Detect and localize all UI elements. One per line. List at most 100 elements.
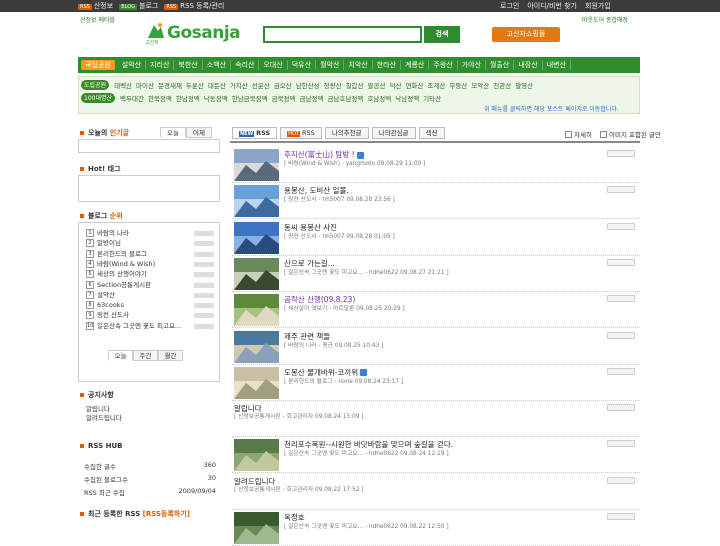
nav-mountain[interactable]: 계룡산: [401, 60, 430, 70]
recommend-button[interactable]: [607, 476, 635, 484]
nav-region[interactable]: 조계산: [425, 80, 447, 90]
rank-item[interactable]: 4 바람(Wind & Wish): [86, 259, 214, 269]
nav-mountain[interactable]: 가야산: [458, 60, 487, 70]
top-right-link[interactable]: 로그인: [500, 1, 519, 11]
nav-range[interactable]: 한남금북정맥: [230, 93, 270, 103]
post-thumbnail[interactable]: [234, 330, 279, 363]
nav-region[interactable]: 마이산: [134, 80, 156, 90]
nav-range[interactable]: 기타산: [421, 93, 443, 103]
post-item[interactable]: 후지산(富士山) 탐방 ![ 바람(Wind & Wish) - yangmot…: [232, 146, 640, 183]
top-right-link[interactable]: 아이디/비번 찾기: [527, 1, 577, 11]
post-item[interactable]: 알립니다[ 산정보공통게시판 - 회고관리자 09.08.24 15:09 ]: [232, 400, 640, 438]
nav-region[interactable]: 남한산성: [294, 80, 322, 90]
rank-item[interactable]: 6 Section공통게시판: [86, 280, 214, 290]
recommend-button[interactable]: [607, 186, 635, 194]
image-only-checkbox[interactable]: 이미지 포함된 글만: [600, 129, 661, 139]
tab-today[interactable]: 오늘: [160, 127, 186, 138]
nav-mountain[interactable]: 설악산: [118, 60, 147, 70]
nav-mountain[interactable]: 오대산: [259, 60, 288, 70]
recommend-button[interactable]: [607, 295, 635, 303]
top-link[interactable]: RSS RSS 등록/관리: [164, 1, 224, 11]
nav-mountain[interactable]: 지리산: [146, 60, 175, 70]
nav-range[interactable]: 한남정맥: [174, 93, 202, 103]
post-thumbnail[interactable]: [234, 366, 279, 399]
nav-region[interactable]: 연화산: [403, 80, 425, 90]
post-thumbnail[interactable]: [234, 439, 279, 472]
nav-mountain[interactable]: 북한산: [174, 60, 203, 70]
nav-mountain[interactable]: 속리산: [231, 60, 260, 70]
tab-rank-today[interactable]: 오늘: [108, 350, 133, 361]
outdoor-link[interactable]: 마웃도어 종합매장: [582, 15, 628, 24]
post-item[interactable]: 도봉산 물개바위-코끼위[ 론리헌드의 블로그 - none 09.08.24 …: [232, 364, 640, 401]
post-item[interactable]: 곰작산 산행(09.8.23)[ 세상살이 엿보기 - 마르달론 09.08.2…: [232, 291, 640, 329]
notice-item[interactable]: 알립니다: [86, 405, 122, 414]
recommend-button[interactable]: [607, 404, 635, 412]
nav-region[interactable]: 천관산: [491, 80, 513, 90]
rank-item[interactable]: 1 바람의 나라: [86, 228, 214, 238]
nav-mountain[interactable]: 치악산: [344, 60, 373, 70]
nav-region[interactable]: 모악산: [469, 80, 491, 90]
nav-region[interactable]: 대둔산: [206, 80, 228, 90]
nav-range[interactable]: 금북정맥: [270, 93, 298, 103]
rss-tab[interactable]: NEW RSS: [232, 127, 278, 139]
rank-item[interactable]: 10 길은산속 그곳엔 꽃도 피고요...: [86, 321, 214, 331]
post-thumbnail[interactable]: [234, 257, 279, 290]
nav-mountain[interactable]: 내변산: [543, 60, 572, 70]
nav-region[interactable]: 무등산: [447, 80, 469, 90]
rss-register-link[interactable]: [RSS등록하기]: [143, 510, 190, 518]
nav-region[interactable]: 칠갑산: [344, 80, 366, 90]
post-item[interactable]: 용봉산, 도비산 일몰.[ 링컨 산도사 - hh5007 09.08.28 2…: [232, 182, 640, 220]
rank-item[interactable]: 2 말방이님: [86, 238, 214, 248]
post-thumbnail[interactable]: [234, 185, 279, 218]
checkbox-icon[interactable]: [565, 130, 572, 138]
nav-range[interactable]: 한북정맥: [146, 93, 174, 103]
checkbox-icon[interactable]: [600, 130, 607, 138]
nav-mountain[interactable]: 한라산: [373, 60, 402, 70]
recommend-button[interactable]: [607, 440, 635, 448]
rank-item[interactable]: 8 63cooks: [86, 300, 214, 310]
shop-button[interactable]: 고산자쇼핑몰: [492, 27, 560, 42]
post-item[interactable]: 옥정호[ 길은산속 그곳엔 꽃도 피고요... - hdhe0622 09.08…: [232, 509, 640, 546]
nav-mountain[interactable]: 내장산: [514, 60, 543, 70]
recommend-button[interactable]: [607, 367, 635, 375]
nav-range[interactable]: 낙남정맥: [393, 93, 421, 103]
recommend-button[interactable]: [607, 331, 635, 339]
nav-mountain[interactable]: 소백산: [203, 60, 232, 70]
nav-region[interactable]: 금오산: [272, 80, 294, 90]
rss-tab[interactable]: 나의관심글: [371, 127, 416, 139]
nav-mountain[interactable]: 주왕산: [429, 60, 458, 70]
post-item[interactable]: 알려드립니다[ 산정보공통게시판 - 회고관리자 09.08.22 17:52 …: [232, 473, 640, 510]
recommend-button[interactable]: [607, 150, 635, 157]
detail-checkbox[interactable]: 자세히: [565, 129, 592, 139]
post-item[interactable]: 산으로 가는길...[ 길은산속 그곳엔 꽃도 피고요... - hdhe062…: [232, 255, 640, 292]
nav-mountain[interactable]: 월악산: [316, 60, 345, 70]
nav-range[interactable]: 낙동정맥: [202, 93, 230, 103]
post-item[interactable]: 천리포수목원--시원한 바닷바람을 맞으며 숲길을 걷다.[ 길은산속 그곳엔 …: [232, 436, 640, 474]
nav-region[interactable]: 가지산: [228, 80, 250, 90]
nav-region[interactable]: 청량산: [322, 80, 344, 90]
rank-item[interactable]: 7 설악산: [86, 290, 214, 300]
post-thumbnail[interactable]: [234, 294, 279, 327]
nav-range[interactable]: 호남정맥: [365, 93, 393, 103]
post-item[interactable]: 제주 관련 책들[ 바람의 나라 - 평균 09.08.25 10:43 ]: [232, 328, 640, 365]
rank-item[interactable]: 9 링컨 산도사: [86, 310, 214, 320]
nav-mountain[interactable]: 월출산: [486, 60, 515, 70]
rank-item[interactable]: 3 론리헌드의 블로그: [86, 249, 214, 259]
top-link[interactable]: BLOG 블로그: [119, 1, 158, 11]
top-right-link[interactable]: 회원가입: [585, 1, 611, 11]
site-logo[interactable]: 고산자 Gosanja: [145, 22, 241, 48]
tab-yesterday[interactable]: 어제: [186, 127, 212, 138]
post-thumbnail[interactable]: [234, 221, 279, 254]
post-item[interactable]: 동씨 용봉산 사진[ 링컨 산도사 - hh5007 09.08.28 01:0…: [232, 219, 640, 256]
rss-tab[interactable]: 나의추천글: [324, 127, 369, 139]
nav-range[interactable]: 금남정맥: [298, 93, 326, 103]
recommend-button[interactable]: [607, 222, 635, 230]
recommend-button[interactable]: [607, 513, 635, 520]
post-thumbnail[interactable]: [234, 512, 279, 544]
rank-item[interactable]: 5 세상의 산행이야기: [86, 269, 214, 279]
nav-region[interactable]: 팔공산: [366, 80, 388, 90]
nav-mountain[interactable]: 덕유산: [288, 60, 317, 70]
rss-tab[interactable]: HOT RSS: [280, 127, 322, 139]
nav-range[interactable]: 백두대간: [118, 93, 146, 103]
nav-region[interactable]: 덕산: [387, 80, 403, 90]
